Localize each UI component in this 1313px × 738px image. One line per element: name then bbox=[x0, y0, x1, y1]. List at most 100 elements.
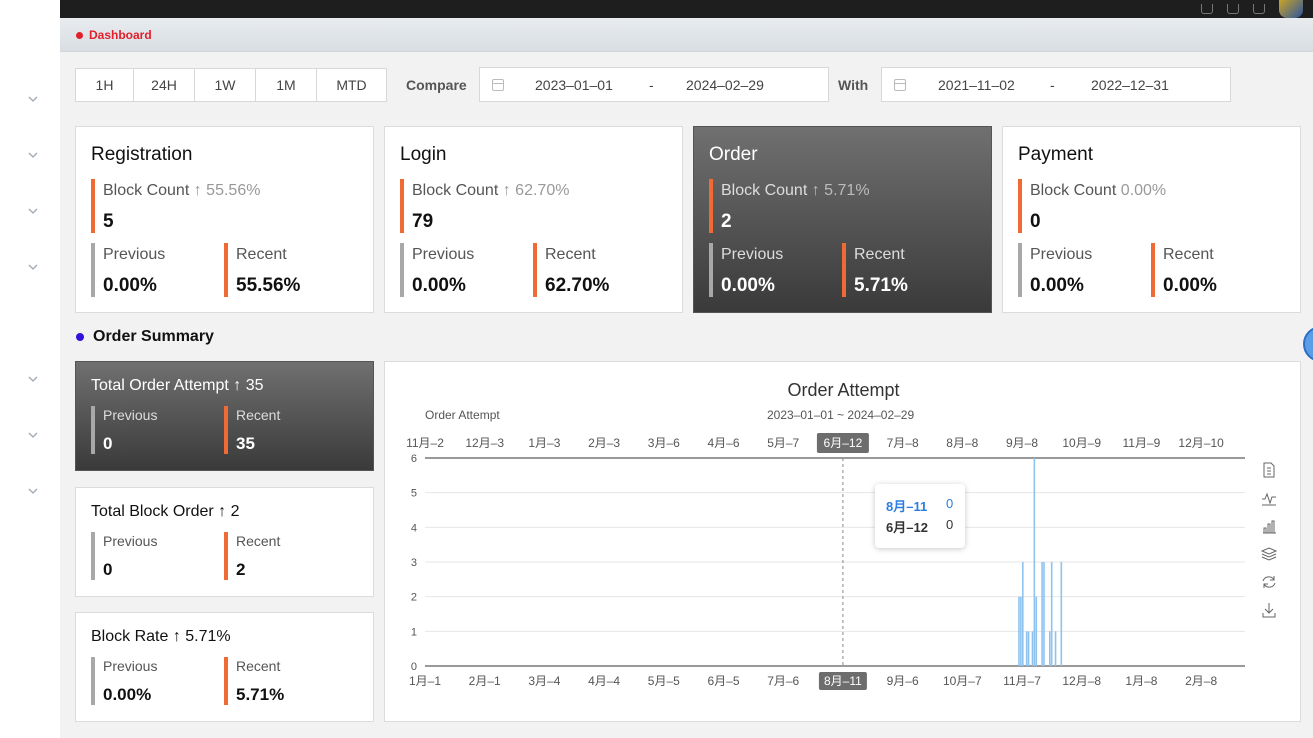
recent-value: 35 bbox=[236, 434, 255, 453]
chart-bar bbox=[1018, 596, 1020, 666]
bar-chart-icon[interactable] bbox=[1261, 518, 1277, 534]
recent-value: 55.56% bbox=[236, 275, 301, 296]
block-count-value: 0 bbox=[1030, 211, 1041, 232]
x-tick-label-top: 9月–8 bbox=[1006, 436, 1038, 450]
chart-bar bbox=[1043, 562, 1045, 666]
previous-value: 0 bbox=[103, 560, 113, 579]
card-title-line: Total Block Order ↑ 2 bbox=[91, 503, 240, 521]
accent-bar bbox=[400, 179, 404, 233]
with-start-date[interactable]: 2021–11–02 bbox=[938, 77, 1015, 93]
card-title: Registration bbox=[91, 144, 193, 165]
order-summary-heading: Order Summary bbox=[76, 328, 214, 346]
recent-value: 5.71% bbox=[236, 685, 285, 704]
x-tick-label-bottom: 6月–5 bbox=[707, 674, 739, 688]
recent-label: Recent bbox=[545, 246, 596, 263]
x-tick-label-top: 11月–9 bbox=[1123, 436, 1161, 450]
tooltip-value: 0 bbox=[946, 517, 954, 532]
login-card[interactable]: Login Block Count ↑ 62.70% 79 Previous 0… bbox=[384, 126, 683, 313]
range-mtd-button[interactable]: MTD bbox=[317, 69, 386, 101]
compare-label: Compare bbox=[406, 77, 467, 93]
recent-bar bbox=[224, 532, 228, 580]
recent-value: 5.71% bbox=[854, 275, 908, 296]
order-card[interactable]: Order Block Count ↑ 5.71% 2 Previous 0.0… bbox=[693, 126, 992, 313]
recent-bar bbox=[224, 657, 228, 705]
line-chart-icon[interactable] bbox=[1261, 490, 1277, 506]
x-tick-label-top: 3月–6 bbox=[648, 436, 680, 450]
registration-card[interactable]: Registration Block Count ↑ 55.56% 5 Prev… bbox=[75, 126, 374, 313]
compare-end-date[interactable]: 2024–02–29 bbox=[686, 77, 764, 93]
previous-label: Previous bbox=[103, 658, 158, 674]
previous-label: Previous bbox=[103, 246, 166, 263]
top-header-bar bbox=[60, 0, 1313, 18]
stack-icon[interactable] bbox=[1261, 546, 1277, 562]
recent-bar bbox=[842, 243, 846, 297]
compare-date-range-picker[interactable]: 2023–01–01 - 2024–02–29 bbox=[479, 67, 829, 102]
x-tick-label-bottom: 11月–7 bbox=[1003, 674, 1041, 688]
chevron-down-icon[interactable] bbox=[28, 207, 38, 217]
block-rate-card[interactable]: Block Rate ↑ 5.71% Previous 0.00% Recent… bbox=[75, 612, 374, 722]
block-change-percent: 62.70% bbox=[515, 182, 570, 199]
y-tick-label: 4 bbox=[411, 522, 417, 534]
x-tick-label-top: 10月–9 bbox=[1062, 436, 1101, 450]
y-tick-label: 3 bbox=[411, 557, 417, 569]
previous-bar bbox=[91, 532, 95, 580]
chevron-down-icon[interactable] bbox=[28, 431, 38, 441]
date-separator: - bbox=[1050, 77, 1055, 93]
total-block-order-card[interactable]: Total Block Order ↑ 2 Previous 0 Recent … bbox=[75, 487, 374, 597]
x-tick-label-bottom: 2月–1 bbox=[469, 674, 501, 688]
tab-label: Dashboard bbox=[89, 28, 152, 42]
chart-bar bbox=[1031, 631, 1034, 666]
download-icon[interactable] bbox=[1261, 602, 1277, 618]
refresh-icon[interactable] bbox=[1261, 574, 1277, 590]
chart-bar bbox=[1033, 458, 1036, 666]
block-change-percent: 5.71% bbox=[824, 182, 870, 199]
compare-start-date[interactable]: 2023–01–01 bbox=[535, 77, 613, 93]
chevron-down-icon[interactable] bbox=[28, 151, 38, 161]
y-tick-label: 6 bbox=[411, 453, 417, 465]
x-tick-label-top: 2月–3 bbox=[588, 436, 620, 450]
previous-label: Previous bbox=[721, 246, 784, 263]
data-view-icon[interactable] bbox=[1261, 462, 1277, 478]
range-24h-button[interactable]: 24H bbox=[134, 69, 195, 101]
chevron-down-icon[interactable] bbox=[28, 263, 38, 273]
recent-label: Recent bbox=[236, 246, 287, 263]
previous-bar bbox=[91, 657, 95, 705]
card-value: 2 bbox=[230, 503, 240, 520]
avatar[interactable] bbox=[1279, 0, 1303, 18]
header-icon[interactable] bbox=[1253, 4, 1265, 14]
previous-value: 0.00% bbox=[721, 275, 775, 296]
chart-tooltip: 8月–11 0 6月–12 0 bbox=[875, 484, 965, 548]
total-order-attempt-card[interactable]: Total Order Attempt ↑ 35 Previous 0 Rece… bbox=[75, 361, 374, 471]
left-sidebar bbox=[0, 0, 60, 738]
range-1h-button[interactable]: 1H bbox=[76, 69, 134, 101]
recent-label: Recent bbox=[1163, 246, 1214, 263]
chart-bar bbox=[1027, 631, 1030, 666]
calendar-icon bbox=[492, 79, 504, 91]
previous-value: 0.00% bbox=[412, 275, 466, 296]
previous-bar bbox=[1018, 243, 1022, 297]
header-icon[interactable] bbox=[1227, 4, 1239, 14]
range-1w-button[interactable]: 1W bbox=[195, 69, 256, 101]
chevron-down-icon[interactable] bbox=[28, 375, 38, 385]
with-end-date[interactable]: 2022–12–31 bbox=[1091, 77, 1169, 93]
chart-plot[interactable]: 0 1 2 3 4 5 6 1月–1 2月–1 3月–4 4月–4 5月–5 6月–5 7月–6 8月–11… bbox=[385, 362, 1302, 723]
chevron-down-icon[interactable] bbox=[28, 95, 38, 105]
previous-label: Previous bbox=[412, 246, 475, 263]
tab-dashboard[interactable]: Dashboard bbox=[76, 24, 152, 46]
y-tick-label: 1 bbox=[411, 626, 417, 638]
header-icon[interactable] bbox=[1201, 4, 1213, 14]
card-title: Order bbox=[709, 144, 758, 165]
trend-up-arrow-icon: ↑ bbox=[218, 503, 227, 520]
recent-bar bbox=[224, 406, 228, 454]
with-date-range-picker[interactable]: 2021–11–02 - 2022–12–31 bbox=[881, 67, 1231, 102]
chart-bar bbox=[1041, 562, 1043, 666]
recent-label: Recent bbox=[854, 246, 905, 263]
block-count-label: Block Count bbox=[721, 182, 808, 199]
payment-card[interactable]: Payment Block Count 0.00% 0 Previous 0.0… bbox=[1002, 126, 1301, 313]
chevron-down-icon[interactable] bbox=[28, 487, 38, 497]
x-tick-label-bottom: 7月–6 bbox=[767, 674, 799, 688]
x-tick-label-top: 5月–7 bbox=[767, 436, 799, 450]
previous-value: 0 bbox=[103, 434, 113, 453]
block-change-percent: 55.56% bbox=[206, 182, 261, 199]
range-1m-button[interactable]: 1M bbox=[256, 69, 317, 101]
